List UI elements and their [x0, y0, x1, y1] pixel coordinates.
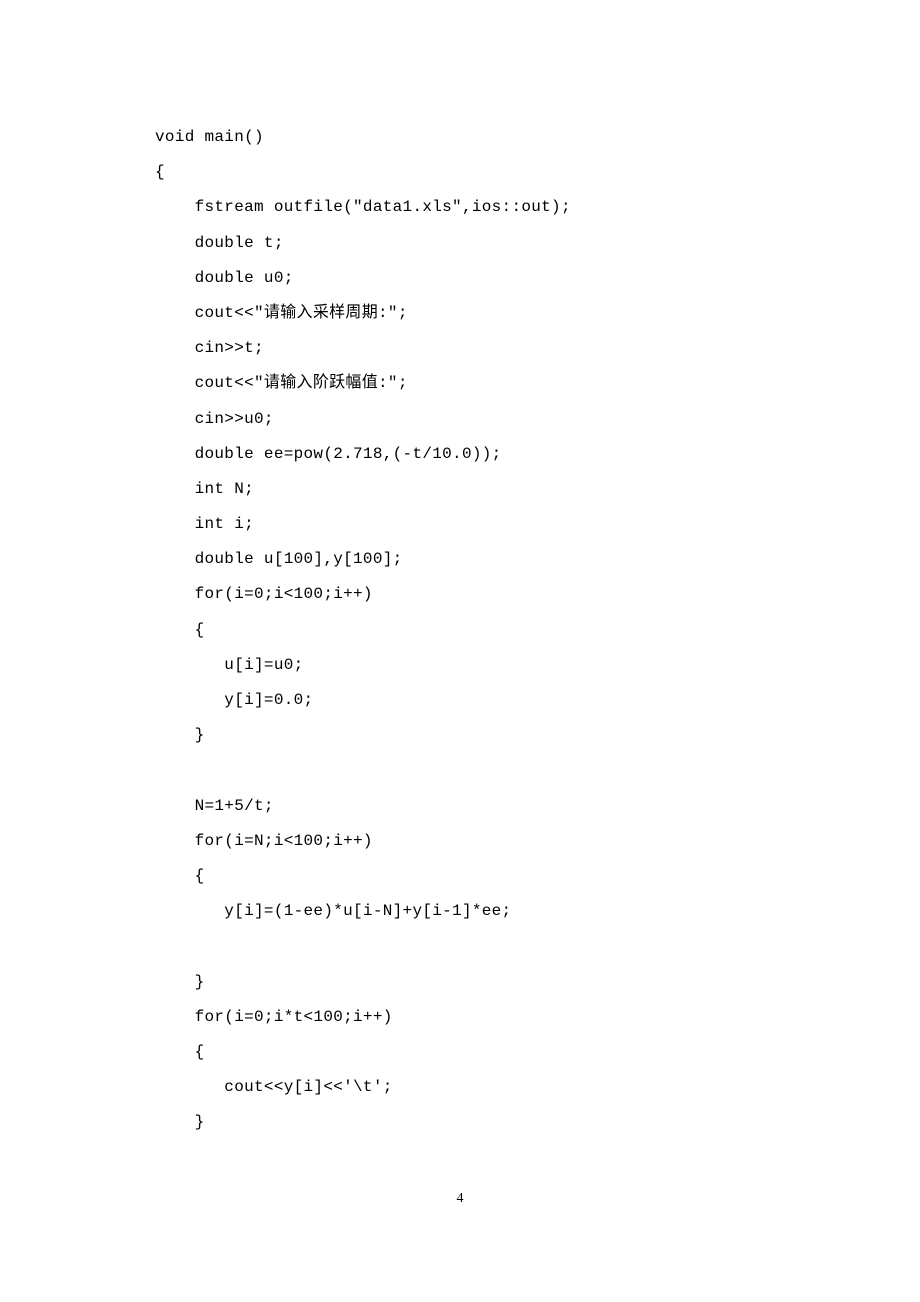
code-line: { — [155, 613, 765, 648]
code-line: { — [155, 859, 765, 894]
code-block: void main(){ fstream outfile("data1.xls"… — [155, 120, 765, 1140]
code-line: for(i=0;i*t<100;i++) — [155, 1000, 765, 1035]
code-line: int i; — [155, 507, 765, 542]
code-line: } — [155, 965, 765, 1000]
code-line: { — [155, 155, 765, 190]
document-page: void main(){ fstream outfile("data1.xls"… — [0, 0, 920, 1200]
code-line: int N; — [155, 472, 765, 507]
code-line: fstream outfile("data1.xls",ios::out); — [155, 190, 765, 225]
code-line: y[i]=(1-ee)*u[i-N]+y[i-1]*ee; — [155, 894, 765, 929]
code-line: } — [155, 1105, 765, 1140]
code-line: cout<<"请输入采样周期:"; — [155, 296, 765, 331]
code-line: cin>>t; — [155, 331, 765, 366]
code-line: double t; — [155, 226, 765, 261]
code-line: for(i=N;i<100;i++) — [155, 824, 765, 859]
code-line — [155, 753, 765, 788]
code-line: double ee=pow(2.718,(-t/10.0)); — [155, 437, 765, 472]
code-line: void main() — [155, 120, 765, 155]
code-line: double u0; — [155, 261, 765, 296]
code-line: cout<<y[i]<<'\t'; — [155, 1070, 765, 1105]
code-line: cin>>u0; — [155, 402, 765, 437]
code-line: double u[100],y[100]; — [155, 542, 765, 577]
code-line — [155, 929, 765, 964]
code-line: u[i]=u0; — [155, 648, 765, 683]
code-line: y[i]=0.0; — [155, 683, 765, 718]
code-line: cout<<"请输入阶跃幅值:"; — [155, 366, 765, 401]
code-line: } — [155, 718, 765, 753]
code-line: { — [155, 1035, 765, 1070]
code-line: N=1+5/t; — [155, 789, 765, 824]
code-line: for(i=0;i<100;i++) — [155, 577, 765, 612]
page-number: 4 — [0, 1191, 920, 1207]
